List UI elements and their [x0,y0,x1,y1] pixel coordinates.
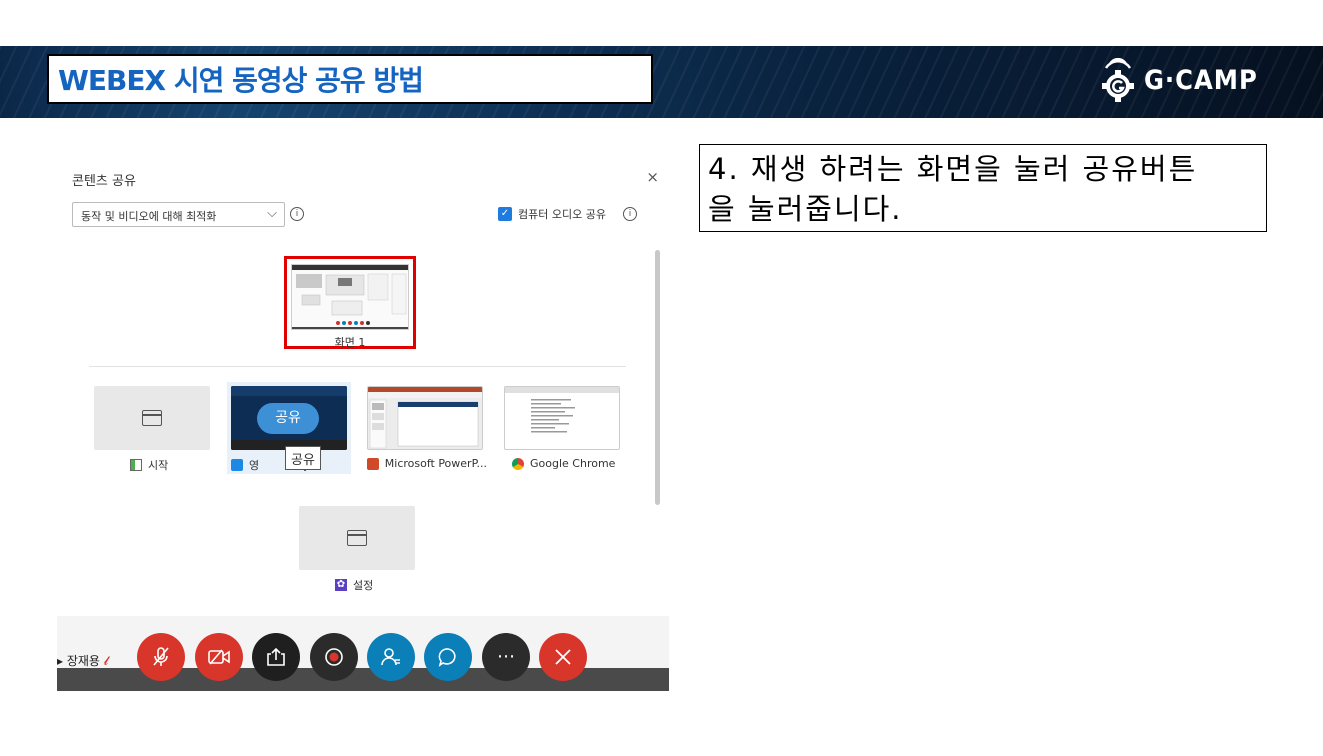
app-tile-start[interactable]: 시작 [94,386,214,473]
chat-icon [438,648,456,667]
title-box: WEBEX 시연 동영상 공유 방법 [47,54,653,104]
instruction-line-2: 을 눌러줍니다. [708,192,903,226]
webex-screenshot: 콘텐츠 공유 × 동작 및 비디오에 대해 최적화 ⌵ i ✓ 컴퓨터 오디오 … [57,160,669,691]
section-divider [89,366,626,367]
camera-off-icon [208,649,230,665]
dialog-title: 콘텐츠 공유 [72,174,136,189]
participants-icon [381,648,400,666]
app-tile-settings[interactable]: ✿ 설정 [299,506,419,593]
video-app-icon [231,459,243,471]
share-button[interactable]: 공유 [257,403,319,434]
close-icon[interactable]: × [646,168,659,186]
optimize-dropdown[interactable]: 동작 및 비디오에 대해 최적화 ⌵ [72,202,285,227]
screen-1-preview [292,265,408,329]
record-button[interactable] [310,633,358,681]
slide-title: WEBEX 시연 동영상 공유 방법 [58,64,424,97]
instruction-box: 4. 재생 하려는 화면을 눌러 공유버튼 을 눌러줍니다. [699,144,1267,232]
app-label-powerpoint: Microsoft PowerP... [367,457,487,470]
chrome-preview [505,387,619,433]
participants-button[interactable] [367,633,415,681]
screen-1-thumbnail [291,264,409,330]
mic-muted-icon [153,647,169,666]
settings-gear-icon: ✿ [335,579,347,591]
gcamp-logo: G·CAMP [1098,58,1258,102]
powerpoint-icon [367,457,379,470]
window-icon [347,530,367,546]
app-label-chrome: Google Chrome [504,457,624,470]
app-thumbnail-settings [299,506,415,570]
slide: WEBEX 시연 동영상 공유 방법 G·CAMP 4. 재생 하려는 화면을 … [0,0,1323,756]
app-thumbnail-chrome [504,386,620,450]
instruction-line-1: 4. 재생 하려는 화면을 눌러 공유버튼 [708,152,1198,186]
info-icon[interactable]: i [290,207,304,221]
audio-info-icon[interactable]: i [623,207,637,221]
chat-button[interactable] [424,633,472,681]
chrome-icon [512,457,524,470]
window-icon [142,410,162,426]
share-tooltip: 공유 [285,446,321,470]
audio-label: 컴퓨터 오디오 공유 [518,208,606,221]
app-label-start: 시작 [94,457,214,473]
header-band: WEBEX 시연 동영상 공유 방법 G·CAMP [0,46,1323,118]
app-tile-chrome[interactable]: Google Chrome [504,386,624,470]
chevron-down-icon: ⌵ [267,206,277,221]
share-upload-icon [267,647,285,666]
app-label-settings: ✿ 설정 [335,579,374,592]
mute-button[interactable] [137,633,185,681]
more-options-button[interactable]: ⋯ [482,633,530,681]
close-x-icon [555,649,571,665]
app-tile-powerpoint[interactable]: Microsoft PowerP... [367,386,487,470]
dialog-scrollbar[interactable] [655,250,660,505]
audio-checkbox[interactable]: ✓ [498,207,512,221]
leave-meeting-button[interactable] [539,633,587,681]
gear-logo-icon [1102,58,1134,102]
app-thumbnail-start [94,386,210,450]
app-thumbnail-video: 공유 [231,386,347,450]
powerpoint-preview [368,387,482,449]
optimize-dropdown-value: 동작 및 비디오에 대해 최적화 [81,210,217,223]
share-audio-option[interactable]: ✓ 컴퓨터 오디오 공유 [498,206,606,222]
screen-1-label: 화면 1 [334,336,366,349]
app-thumbnail-powerpoint [367,386,483,450]
share-content-dialog: 콘텐츠 공유 × 동작 및 비디오에 대해 최적화 ⌵ i ✓ 컴퓨터 오디오 … [57,160,669,616]
screen-1-tile[interactable]: 화면 1 [284,256,416,349]
video-off-button[interactable] [195,633,243,681]
start-app-icon [130,459,142,471]
logo-text: G·CAMP [1144,64,1258,96]
share-content-button[interactable] [252,633,300,681]
record-icon [325,648,343,666]
more-dots-icon: ⋯ [497,646,515,667]
participant-name: ▸ 장재용 𝓵 [57,654,109,668]
